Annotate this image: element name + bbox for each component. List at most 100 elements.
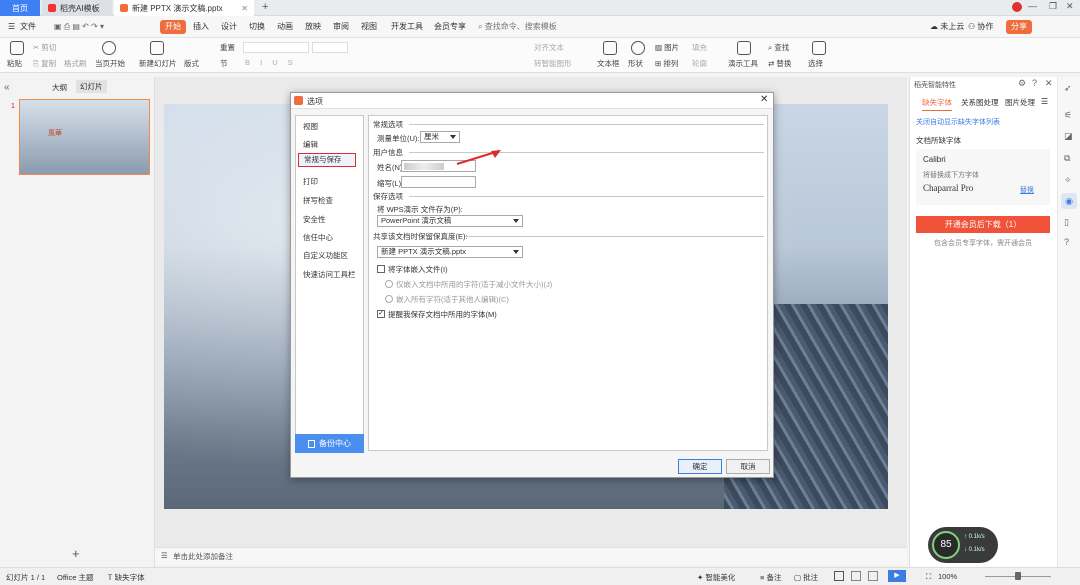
missing-font-status[interactable]: Ꭲ 缺失字体: [108, 572, 145, 583]
copy-button[interactable]: ⎘ 复制: [33, 58, 56, 69]
copy-icon[interactable]: ⧉: [1064, 153, 1070, 164]
initials-input[interactable]: [401, 176, 476, 188]
comments-toggle[interactable]: ▢ 批注: [794, 572, 818, 583]
paste-icon[interactable]: [10, 41, 24, 55]
play-slideshow-button[interactable]: ▶: [888, 570, 906, 582]
shape-button[interactable]: 形状: [628, 58, 643, 69]
font-style-buttons[interactable]: B I U S: [245, 58, 297, 67]
notes-toggle[interactable]: ≡ 备注: [760, 572, 781, 583]
add-tab-button[interactable]: +: [262, 1, 268, 13]
play-from-current-button[interactable]: 当页开始: [95, 58, 125, 69]
remind-fonts-checkbox[interactable]: ✓: [377, 310, 385, 318]
embed-fonts-checkbox[interactable]: [377, 265, 385, 273]
sliders-icon[interactable]: ⚟: [1064, 110, 1072, 121]
nav-quick-access[interactable]: 快速访问工具栏: [303, 269, 356, 280]
select-button[interactable]: 选择: [808, 58, 823, 69]
presentation-tools-icon[interactable]: [737, 41, 751, 55]
unit-select[interactable]: 厘米: [420, 131, 460, 143]
reset-button[interactable]: 重置: [220, 42, 235, 53]
shape-icon[interactable]: [631, 41, 645, 55]
slide-thumbnail[interactable]: 風華: [19, 99, 150, 175]
new-slide-button[interactable]: 新建幻灯片: [139, 58, 177, 69]
replace-button[interactable]: ⇄ 替换: [768, 58, 791, 69]
collapse-icon[interactable]: «: [4, 82, 10, 93]
nav-print[interactable]: 打印: [303, 176, 318, 187]
collaborate-button[interactable]: ⚇ 协作: [968, 20, 993, 34]
convert-smartart-button[interactable]: 转智能图形: [534, 58, 572, 69]
menu-design[interactable]: 设计: [221, 20, 237, 34]
menu-member[interactable]: 会员专享: [434, 20, 466, 34]
font-size-select[interactable]: [312, 42, 348, 53]
member-download-button[interactable]: 开通会员后下载（1）: [916, 216, 1050, 233]
layout-button[interactable]: 版式: [184, 58, 199, 69]
new-slide-icon[interactable]: [150, 41, 164, 55]
menu-animation[interactable]: 动画: [277, 20, 293, 34]
nav-general-save[interactable]: 常规与保存: [298, 153, 356, 167]
backup-center-button[interactable]: 备份中心: [295, 434, 364, 453]
zoom-slider-handle[interactable]: [1015, 572, 1021, 580]
minimize-icon[interactable]: —: [1028, 1, 1037, 11]
menu-view[interactable]: 视图: [361, 20, 377, 34]
menu-transition[interactable]: 切换: [249, 20, 265, 34]
tab-missing-fonts[interactable]: 缺失字体: [922, 97, 952, 111]
search-box[interactable]: ⌕ 查找命令、搜索模板: [478, 20, 557, 34]
panel-close-icon[interactable]: ✕: [1045, 78, 1053, 89]
menu-file[interactable]: 文件: [20, 20, 36, 34]
textbox-icon[interactable]: [603, 41, 617, 55]
menu-home[interactable]: 开始: [160, 20, 186, 34]
tab-outline[interactable]: 大纲: [52, 82, 67, 93]
tab-slides[interactable]: 幻灯片: [76, 80, 107, 93]
nav-edit[interactable]: 编辑: [303, 139, 318, 150]
embed-all-chars-radio[interactable]: [385, 295, 393, 303]
tab-relation-diagram[interactable]: 关系图处理: [961, 97, 999, 108]
presentation-tools-button[interactable]: 演示工具: [728, 58, 758, 69]
section-button[interactable]: 节: [220, 58, 228, 69]
menu-icon[interactable]: ☰: [8, 20, 15, 34]
cut-button[interactable]: ✂ 剪切: [33, 42, 56, 53]
select-icon[interactable]: [812, 41, 826, 55]
book-icon[interactable]: ▯: [1064, 217, 1069, 228]
close-window-icon[interactable]: ✕: [1066, 1, 1074, 12]
share-button[interactable]: 分享: [1006, 20, 1032, 34]
notes-bar[interactable]: ☰ 单击此处添加备注: [155, 547, 907, 565]
reading-view-icon[interactable]: [868, 571, 878, 581]
smart-features-icon[interactable]: ◉: [1061, 193, 1077, 209]
notes-placeholder[interactable]: 单击此处添加备注: [173, 551, 233, 562]
arrange-button[interactable]: ⊞ 排列: [655, 58, 678, 69]
more-menu-icon[interactable]: ☰: [1041, 97, 1048, 106]
align-text-button[interactable]: 对齐文本: [534, 42, 564, 53]
nav-trust-center[interactable]: 信任中心: [303, 232, 333, 243]
menu-insert[interactable]: 插入: [193, 20, 209, 34]
nav-customize-ribbon[interactable]: 自定义功能区: [303, 250, 348, 261]
quick-access-icons[interactable]: ▣ ⎙ ▤ ↶ ↷ ▾: [54, 20, 104, 34]
nav-security[interactable]: 安全性: [303, 214, 326, 225]
embed-used-chars-radio[interactable]: [385, 280, 393, 288]
tab-image-processing[interactable]: 图片处理: [1005, 97, 1035, 108]
find-button[interactable]: ⌕ 查找: [768, 42, 789, 53]
question-icon[interactable]: ?: [1064, 237, 1069, 247]
textbox-button[interactable]: 文本框: [597, 58, 620, 69]
zoom-level[interactable]: 100%: [938, 572, 957, 581]
fill-button[interactable]: 填充: [692, 42, 707, 53]
font-family-select[interactable]: [243, 42, 309, 53]
help-icon[interactable]: ?: [1032, 78, 1037, 88]
picture-button[interactable]: ▨ 图片: [655, 42, 679, 53]
nav-view[interactable]: 视图: [303, 121, 318, 132]
fit-icon[interactable]: ⛶: [926, 572, 931, 582]
replace-font-link[interactable]: 替换: [1020, 185, 1034, 195]
animation-icon[interactable]: ✧: [1064, 175, 1072, 186]
settings-icon[interactable]: ⚙: [1018, 78, 1026, 89]
rocket-icon[interactable]: ➶: [1064, 83, 1072, 94]
cancel-button[interactable]: 取消: [726, 459, 770, 474]
cloud-status[interactable]: ☁ 未上云: [930, 20, 964, 34]
normal-view-icon[interactable]: [834, 571, 844, 581]
save-as-select[interactable]: PowerPoint 演示文稿: [377, 215, 523, 227]
ok-button[interactable]: 确定: [678, 459, 722, 474]
add-slide-button[interactable]: +: [72, 546, 80, 561]
play-icon[interactable]: [102, 41, 116, 55]
dialog-close-icon[interactable]: ✕: [760, 94, 768, 105]
avatar[interactable]: [1012, 2, 1022, 12]
smart-beautify-button[interactable]: ✦ 智能美化: [697, 572, 735, 583]
format-painter-button[interactable]: 格式刷: [64, 58, 87, 69]
network-speed-widget[interactable]: 85 ↑ 0.1k/s ↓ 0.1k/s: [928, 527, 998, 563]
